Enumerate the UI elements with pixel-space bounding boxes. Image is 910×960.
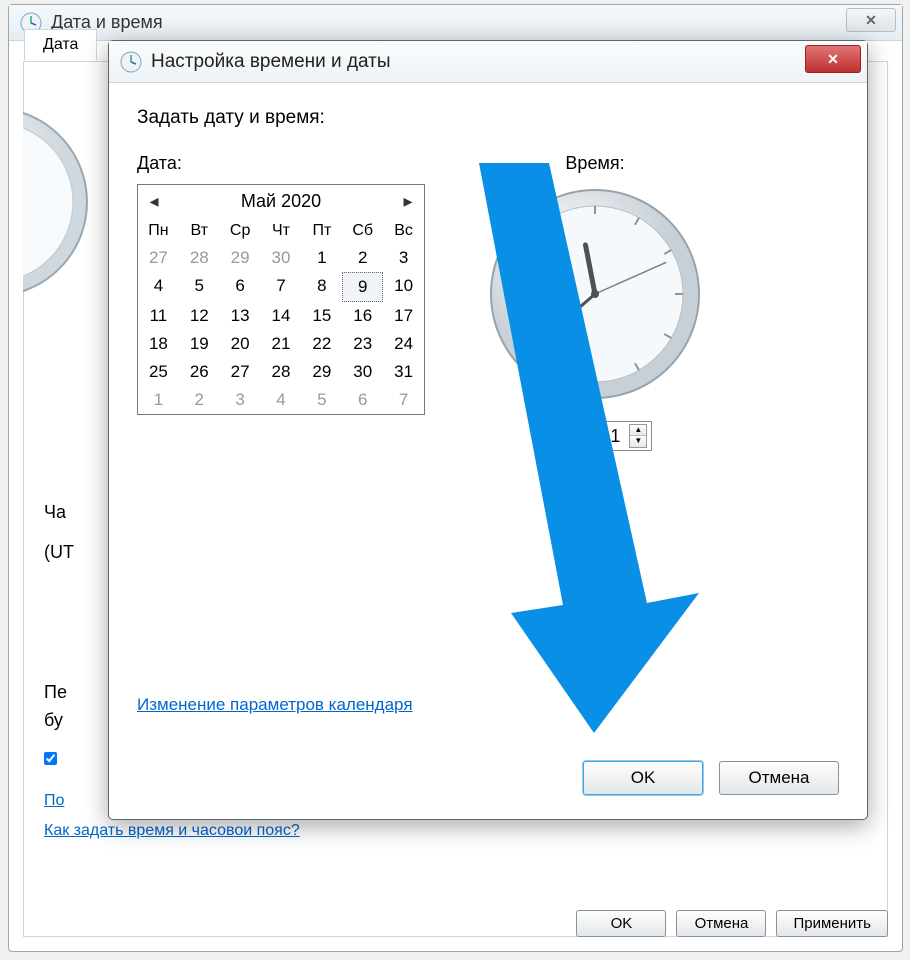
parent-dst-checkbox[interactable] <box>44 752 57 765</box>
calendar-prev-button[interactable]: ◂ <box>144 192 164 212</box>
modal-title: Настройка времени и даты <box>151 51 391 73</box>
parent-cancel-button[interactable]: Отмена <box>676 910 766 937</box>
calendar-day[interactable]: 2 <box>179 386 220 414</box>
calendar-day[interactable]: 18 <box>138 330 179 358</box>
calendar-day[interactable]: 5 <box>179 272 220 302</box>
date-label: Дата: <box>137 153 425 174</box>
calendar-dow: Пт <box>301 218 342 244</box>
modal-titlebar: Настройка времени и даты ✕ <box>109 41 867 83</box>
calendar-day[interactable]: 28 <box>261 358 302 386</box>
calendar-dow: Вс <box>383 218 424 244</box>
calendar-dow: Сб <box>342 218 383 244</box>
parent-apply-button[interactable]: Применить <box>776 910 888 937</box>
analog-clock <box>485 184 705 407</box>
calendar-month-label[interactable]: Май 2020 <box>241 191 321 212</box>
calendar-day[interactable]: 8 <box>301 272 342 302</box>
parent-button-bar: OK Отмена Применить <box>576 910 888 937</box>
calendar-day[interactable]: 13 <box>220 302 261 330</box>
calendar-day[interactable]: 27 <box>220 358 261 386</box>
calendar-day[interactable]: 21 <box>261 330 302 358</box>
calendar-day[interactable]: 28 <box>179 244 220 272</box>
time-input[interactable]: 23:38:11 <box>545 426 622 447</box>
parent-link-1[interactable]: По <box>44 792 64 809</box>
calendar-day[interactable]: 22 <box>301 330 342 358</box>
close-icon: ✕ <box>865 12 877 29</box>
calendar-day[interactable]: 7 <box>383 386 424 414</box>
parent-dst-label1-partial: Пе <box>44 682 67 703</box>
parent-tz-label-partial: Ча <box>44 502 66 523</box>
time-spinner-down[interactable]: ▼ <box>630 436 646 447</box>
parent-utc-label-partial: (UТ <box>44 542 74 563</box>
calendar-day[interactable]: 16 <box>342 302 383 330</box>
calendar-day[interactable]: 3 <box>383 244 424 272</box>
calendar-day[interactable]: 3 <box>220 386 261 414</box>
calendar-day[interactable]: 20 <box>220 330 261 358</box>
time-label: Время: <box>485 153 705 174</box>
calendar-next-button[interactable]: ▸ <box>398 192 418 212</box>
parent-close-button[interactable]: ✕ <box>846 8 896 32</box>
calendar-day[interactable]: 1 <box>301 244 342 272</box>
calendar-day[interactable]: 4 <box>138 272 179 302</box>
calendar-day[interactable]: 23 <box>342 330 383 358</box>
modal-cancel-button[interactable]: Отмена <box>719 761 839 795</box>
calendar-day[interactable]: 7 <box>261 272 302 302</box>
datetime-settings-dialog: Настройка времени и даты ✕ Задать дату и… <box>108 40 868 820</box>
calendar-header: ◂ Май 2020 ▸ <box>138 185 424 218</box>
calendar: ◂ Май 2020 ▸ ПнВтСрЧтПтСбВс 272829301234… <box>137 184 425 415</box>
calendar-day[interactable]: 5 <box>301 386 342 414</box>
time-input-row: 23:38:11 ▲ ▼ <box>538 421 653 451</box>
calendar-day[interactable]: 11 <box>138 302 179 330</box>
calendar-day[interactable]: 15 <box>301 302 342 330</box>
calendar-day[interactable]: 31 <box>383 358 424 386</box>
datetime-icon <box>119 50 143 74</box>
calendar-day[interactable]: 19 <box>179 330 220 358</box>
date-column: Дата: ◂ Май 2020 ▸ ПнВтСрЧтПтСбВс 272829… <box>137 153 425 451</box>
calendar-day[interactable]: 17 <box>383 302 424 330</box>
modal-body: Задать дату и время: Дата: ◂ Май 2020 ▸ … <box>109 83 867 819</box>
parent-link-help[interactable]: Как задать время и часовои пояс? <box>44 822 300 839</box>
calendar-day[interactable]: 6 <box>220 272 261 302</box>
calendar-day[interactable]: 2 <box>342 244 383 272</box>
calendar-day[interactable]: 24 <box>383 330 424 358</box>
calendar-day[interactable]: 26 <box>179 358 220 386</box>
parent-tab[interactable]: Дата <box>24 29 97 61</box>
modal-close-button[interactable]: ✕ <box>805 45 861 73</box>
time-spinner: ▲ ▼ <box>629 424 647 448</box>
calendar-day[interactable]: 9 <box>342 272 383 302</box>
parent-dst-label2-partial: бу <box>44 710 63 731</box>
calendar-day[interactable]: 12 <box>179 302 220 330</box>
close-icon: ✕ <box>827 51 839 68</box>
calendar-day[interactable]: 29 <box>301 358 342 386</box>
modal-button-bar: OK Отмена <box>583 761 839 795</box>
time-spinner-up[interactable]: ▲ <box>630 425 646 436</box>
calendar-day[interactable]: 30 <box>342 358 383 386</box>
parent-clock-preview <box>23 102 93 302</box>
calendar-day[interactable]: 30 <box>261 244 302 272</box>
calendar-day[interactable]: 4 <box>261 386 302 414</box>
calendar-day[interactable]: 6 <box>342 386 383 414</box>
calendar-dow: Пн <box>138 218 179 244</box>
modal-heading: Задать дату и время: <box>137 107 839 129</box>
calendar-dow: Ср <box>220 218 261 244</box>
parent-titlebar: Дата и время ✕ <box>9 5 902 41</box>
calendar-day[interactable]: 27 <box>138 244 179 272</box>
calendar-day[interactable]: 10 <box>383 272 424 302</box>
parent-ok-button[interactable]: OK <box>576 910 666 937</box>
modal-ok-button[interactable]: OK <box>583 761 703 795</box>
calendar-dow: Чт <box>261 218 302 244</box>
calendar-dow: Вт <box>179 218 220 244</box>
calendar-settings-link[interactable]: Изменение параметров календаря <box>137 695 413 715</box>
time-column: Время: 23:38:11 <box>485 153 705 451</box>
parent-dst-checkbox-row <box>44 752 63 765</box>
calendar-day[interactable]: 14 <box>261 302 302 330</box>
calendar-day[interactable]: 29 <box>220 244 261 272</box>
calendar-day[interactable]: 1 <box>138 386 179 414</box>
calendar-day[interactable]: 25 <box>138 358 179 386</box>
